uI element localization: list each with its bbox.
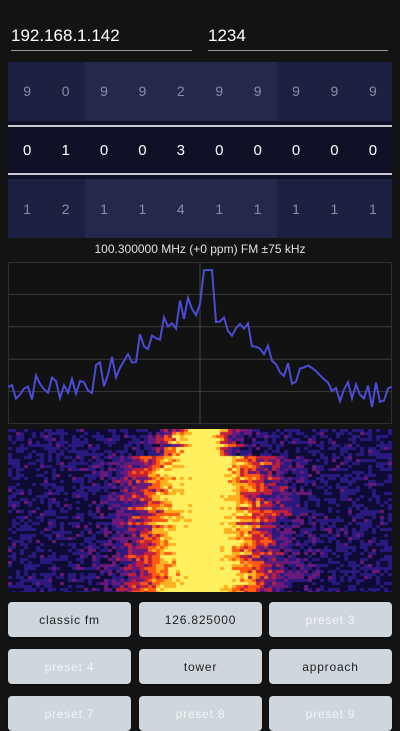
tuner-digit-decrement[interactable]: 9 — [123, 62, 161, 121]
tuner-digit-column[interactable]: 901 — [84, 62, 124, 238]
tuner-digit-decrement[interactable]: 2 — [162, 62, 200, 121]
tuner-digit-current[interactable]: 0 — [315, 120, 354, 180]
preset-button-7[interactable]: preset 7 — [8, 696, 131, 731]
tuner-digit-column[interactable]: 901 — [276, 62, 316, 238]
preset-button-2[interactable]: 126.825000 — [139, 602, 262, 637]
tuner-digit-increment[interactable]: 1 — [85, 179, 123, 238]
frequency-tuner[interactable]: 901012901901234901901901901901 — [8, 62, 393, 238]
tuner-digit-decrement[interactable]: 0 — [46, 62, 84, 121]
tuner-digit-current[interactable]: 0 — [123, 120, 162, 180]
tuner-digit-current[interactable]: 0 — [8, 120, 47, 180]
tuner-digit-current[interactable]: 0 — [276, 120, 316, 180]
tuner-digit-column[interactable]: 901 — [200, 62, 239, 238]
preset-button-9[interactable]: preset 9 — [269, 696, 392, 731]
tuner-divider — [8, 125, 392, 127]
tuner-digit-increment[interactable]: 1 — [8, 179, 46, 238]
tuner-digit-increment[interactable]: 1 — [123, 179, 161, 238]
tuner-digit-decrement[interactable]: 9 — [277, 62, 315, 121]
tuner-digit-increment[interactable]: 1 — [200, 179, 238, 238]
tuner-digit-current[interactable]: 0 — [353, 120, 393, 180]
tuner-digit-decrement[interactable]: 9 — [85, 62, 123, 121]
tuner-digit-current[interactable]: 1 — [46, 120, 85, 180]
preset-button-3[interactable]: preset 3 — [269, 602, 392, 637]
tuner-digit-current[interactable]: 0 — [200, 120, 239, 180]
spectrum-plot[interactable] — [8, 262, 392, 424]
port-input-field[interactable] — [208, 26, 388, 46]
host-input-field[interactable] — [11, 26, 192, 46]
tuner-divider — [8, 173, 392, 175]
waterfall-canvas — [8, 429, 392, 592]
preset-button-8[interactable]: preset 8 — [139, 696, 262, 731]
tuner-digit-increment[interactable]: 1 — [315, 179, 353, 238]
preset-button-4[interactable]: preset 4 — [8, 649, 131, 684]
preset-button-6[interactable]: approach — [269, 649, 392, 684]
waterfall-display[interactable] — [8, 429, 392, 592]
tuner-digit-decrement[interactable]: 9 — [354, 62, 392, 121]
tuner-digit-decrement[interactable]: 9 — [200, 62, 238, 121]
host-input[interactable] — [11, 22, 192, 51]
tuner-digit-current[interactable]: 0 — [84, 120, 124, 180]
tuner-digit-column[interactable]: 012 — [46, 62, 85, 238]
tuner-digit-decrement[interactable]: 9 — [315, 62, 353, 121]
tuner-digit-increment[interactable]: 1 — [277, 179, 315, 238]
tuner-digit-increment[interactable]: 4 — [162, 179, 200, 238]
preset-button-1[interactable]: classic fm — [8, 602, 131, 637]
frequency-readout: 100.300000 MHz (+0 ppm) FM ±75 kHz — [94, 242, 306, 256]
tuner-digit-decrement[interactable]: 9 — [8, 62, 46, 121]
tuner-digit-column[interactable]: 901 — [8, 62, 47, 238]
tuner-digit-current[interactable]: 3 — [161, 120, 201, 180]
tuner-digit-column[interactable]: 901 — [353, 62, 393, 238]
tuner-digit-column[interactable]: 901 — [123, 62, 162, 238]
tuner-digit-column[interactable]: 234 — [161, 62, 201, 238]
tuner-digit-increment[interactable]: 1 — [354, 179, 392, 238]
preset-button-5[interactable]: tower — [139, 649, 262, 684]
tuner-digit-current[interactable]: 0 — [238, 120, 277, 180]
tuner-digit-increment[interactable]: 2 — [46, 179, 84, 238]
tuner-digit-decrement[interactable]: 9 — [238, 62, 276, 121]
tuner-digit-increment[interactable]: 1 — [238, 179, 276, 238]
tuner-digit-column[interactable]: 901 — [238, 62, 277, 238]
tuner-digit-column[interactable]: 901 — [315, 62, 354, 238]
port-input[interactable] — [208, 22, 388, 51]
